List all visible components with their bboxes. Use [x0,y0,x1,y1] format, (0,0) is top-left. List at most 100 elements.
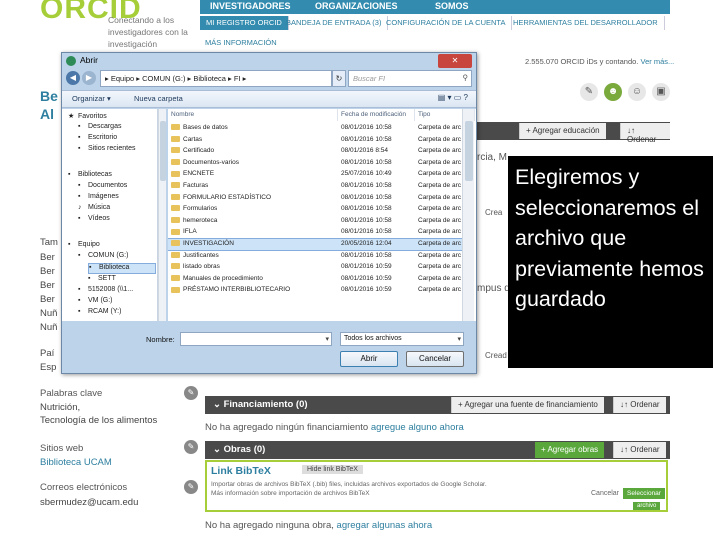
add-funding-button[interactable]: + Agregar una fuente de financiamiento [451,397,604,413]
refresh-icon[interactable]: ↻ [332,70,346,87]
add-works-link[interactable]: agregar algunas ahora [337,520,433,531]
file-row[interactable]: INVESTIGACIÓN 20/05/2016 12:04 Carpeta de … [168,238,467,251]
new-folder-button[interactable]: Nueva carpeta [134,94,183,103]
nav-item-biblioteca[interactable]: ▪ Biblioteca [88,263,156,274]
recent-places-icon: ▪ [78,145,81,152]
filename-input[interactable]: ▾ [180,332,332,346]
works-title[interactable]: ⌄ Obras (0) [213,444,265,455]
address-bar[interactable]: ▸ Equipo ▸ COMUN (G:) ▸ Biblioteca ▸ FI … [100,70,332,87]
nav-item-network-drive[interactable]: ▪ 5152008 (\\1... [78,286,133,297]
subnav-account-settings[interactable]: CONFIGURACIÓN DE LA CUENTA [380,16,513,30]
file-row[interactable]: IFLA 08/01/2016 10:58 Carpeta de arc [168,227,466,238]
nav-item-drive-rcam[interactable]: ▪ RCAM (Y:) [78,308,121,319]
view-options-icon[interactable]: ▤ ▾ ▭ ? [438,93,468,102]
nav-organizations[interactable]: ORGANIZACIONES [315,1,398,11]
nav-item-drive-comun[interactable]: ▪ COMUN (G:) [78,252,128,263]
bibtex-import-panel: Link BibTeX Hide link BibTeX Importar ob… [205,460,668,512]
nav-item-drive-vm[interactable]: ▪ VM (G:) [78,297,113,308]
nav-item-sett[interactable]: ▪ SETT [88,275,116,286]
folder-icon [171,251,180,258]
subnav-developer-tools[interactable]: HERRAMIENTAS DEL DESARROLLADOR [507,16,665,30]
nav-about[interactable]: SOMOS [435,1,469,11]
chevron-down-icon[interactable]: ▾ [325,335,329,343]
pencil-icon[interactable]: ✎ [580,83,598,101]
add-works-button[interactable]: + Agregar obras [535,442,605,458]
funding-title[interactable]: ⌄ Financiamiento (0) [213,399,308,410]
hide-bibtex-button[interactable]: Hide link BibTeX [302,465,363,474]
chrome-icon [66,56,76,66]
website-link[interactable]: Biblioteca UCAM [40,457,112,468]
column-name[interactable]: Nombre [168,109,338,121]
subnav-inbox[interactable]: BANDEJA DE ENTRADA (3) [280,16,389,30]
file-name-text: Facturas [183,182,209,189]
file-row[interactable]: Cartas 08/01/2016 10:58 Carpeta de arc [168,135,466,146]
campus-fragment: mpus d [477,283,510,294]
file-type-select[interactable]: Todos los archivos ▾ [340,332,464,346]
file-row[interactable]: hemeroteca 08/01/2016 10:58 Carpeta de arc [168,216,466,227]
open-button[interactable]: Abrir [340,351,398,367]
edit-websites-icon[interactable]: ✎ [184,440,198,454]
sort-education-button[interactable]: ↓↑ Ordenar [620,123,670,144]
select-file-button[interactable]: Seleccionar [623,488,665,499]
add-funding-link[interactable]: agregue alguno ahora [371,422,464,433]
add-education-button[interactable]: + Agregar educación [519,123,606,139]
file-row[interactable]: listado obras 08/01/2016 10:59 Carpeta de … [168,262,466,273]
see-more-link[interactable]: Ver más... [641,57,675,66]
people-icon[interactable]: ☻ [604,83,622,101]
file-list-scrollbar-thumb[interactable] [465,121,473,181]
close-button[interactable]: ✕ [438,54,472,68]
search-input[interactable]: Buscar FI ⚲ [348,70,472,87]
file-list-scrollbar[interactable] [462,109,474,321]
nav-item-recent[interactable]: ▪ Sitios recientes [78,145,135,156]
edit-keywords-icon[interactable]: ✎ [184,386,198,400]
file-row[interactable]: Bases de datos 08/01/2016 10:58 Carpeta de… [168,123,466,134]
back-arrow-icon[interactable]: ◀ [66,71,80,85]
file-row[interactable]: ENCNETE 25/07/2016 10:49 Carpeta de arc [168,169,466,180]
file-type: Carpeta de arc [418,216,461,224]
search-icon: ⚲ [462,73,469,82]
dialog-titlebar[interactable]: Abrir ✕ [62,53,476,69]
nav-scrollbar-thumb[interactable] [160,121,166,181]
file-date: 08/01/2016 10:58 [341,158,392,166]
nav-item-favorites[interactable]: ★ Favoritos [68,112,107,123]
keyword: Nutrición, [40,402,81,413]
forward-arrow-icon[interactable]: ▶ [82,71,96,85]
nav-scrollbar[interactable] [158,109,166,321]
lock-icon[interactable]: ▣ [652,83,670,101]
nav-item-libraries[interactable]: ▪ Bibliotecas [68,171,112,182]
file-row[interactable]: Documentos-varios 08/01/2016 10:58 Carpeta… [168,158,466,169]
file-row[interactable]: Formularios 08/01/2016 10:58 Carpeta de ar… [168,204,466,215]
nav-item-computer[interactable]: ▪ Equipo [68,241,100,252]
bibtex-description: Importar obras de archivos BibTeX (.bib)… [211,481,487,497]
nav-researchers[interactable]: INVESTIGADORES [210,1,291,11]
education-section-bar: + Agregar educación ↓↑ Ordenar [477,122,670,144]
file-row[interactable]: Facturas 08/01/2016 10:58 Carpeta de arc [168,181,466,192]
nav-item-images[interactable]: ▪ Imágenes [78,193,119,204]
nav-item-music[interactable]: ♪ Música [78,204,110,215]
column-date[interactable]: Fecha de modificación [338,109,415,121]
edit-emails-icon[interactable]: ✎ [184,480,198,494]
more-info-link[interactable]: MÁS INFORMACIÓN [205,38,277,47]
file-row[interactable]: FORMULARIO ESTADÍSTICO 08/01/2016 10:58 Ca… [168,193,466,204]
subnav-my-record[interactable]: MI REGISTRO ORCID [200,16,289,30]
nav-item-documents[interactable]: ▪ Documentos [78,182,127,193]
organize-menu[interactable]: Organizar ▾ [72,94,111,103]
bibtex-cancel-link[interactable]: Cancelar [591,490,619,497]
file-row[interactable]: Justificantes 08/01/2016 10:58 Carpeta de … [168,251,466,262]
file-name: Documentos-varios [171,159,239,166]
nav-item-downloads[interactable]: ▪ Descargas [78,123,121,134]
file-name: INVESTIGACIÓN [171,240,234,247]
sort-works-button[interactable]: ↓↑ Ordenar [613,442,666,458]
file-row[interactable]: Manuales de procedimiento 08/01/2016 10:5… [168,274,466,285]
people-outline-icon[interactable]: ☺ [628,83,646,101]
file-row[interactable]: Certificado 08/01/2016 8:54 Carpeta de arc [168,146,466,157]
cancel-button[interactable]: Cancelar [406,351,464,367]
chevron-down-icon[interactable]: ▾ [457,335,461,343]
nav-item-desktop[interactable]: ▪ Escritorio [78,134,117,145]
file-row[interactable]: PRÉSTAMO INTERBIBLIOTECARIO 08/01/2016 10… [168,285,466,296]
select-file-button-part[interactable]: archivo [633,502,661,510]
file-date: 08/01/2016 10:58 [341,228,392,236]
nav-item-videos[interactable]: ▪ Vídeos [78,215,110,226]
sort-funding-button[interactable]: ↓↑ Ordenar [613,397,666,413]
download-folder-icon: ▪ [78,123,81,130]
